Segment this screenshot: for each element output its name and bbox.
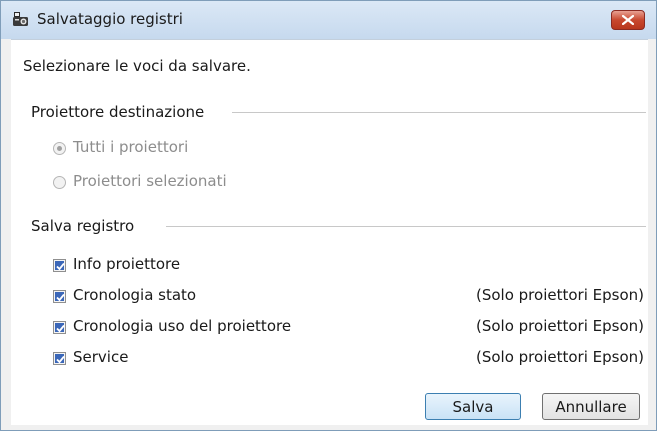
checkbox[interactable] <box>53 321 66 334</box>
radio-button[interactable] <box>53 142 66 155</box>
checkbox[interactable] <box>53 259 66 272</box>
group-divider <box>166 226 646 227</box>
projector-icon <box>11 10 31 30</box>
destination-group-label: Proiettore destinazione <box>31 103 205 121</box>
cancel-button[interactable]: Annullare <box>542 393 640 420</box>
checkbox-label: Service <box>73 348 129 366</box>
close-button[interactable] <box>611 10 645 30</box>
checkmark-icon <box>56 262 65 271</box>
radio-label: Proiettori selezionati <box>73 172 227 190</box>
checkbox[interactable] <box>53 352 66 365</box>
checkmark-icon <box>56 324 65 333</box>
radio-label: Tutti i proiettori <box>73 138 189 156</box>
instructions-text: Selezionare le voci da salvare. <box>23 57 251 75</box>
epson-only-note: (Solo proiettori Epson) <box>476 286 644 304</box>
checkmark-icon <box>56 293 65 302</box>
epson-only-note: (Solo proiettori Epson) <box>476 348 644 366</box>
dialog-body: Selezionare le voci da salvare. Proietto… <box>11 39 648 425</box>
save-logs-dialog: Salvataggio registri Selezionare le voci… <box>0 0 657 431</box>
checkbox[interactable] <box>53 290 66 303</box>
epson-only-note: (Solo proiettori Epson) <box>476 317 644 335</box>
log-group-label: Salva registro <box>31 217 135 235</box>
checkbox-label: Info proiettore <box>73 255 181 273</box>
checkbox-label: Cronologia stato <box>73 286 197 304</box>
radio-button[interactable] <box>53 176 66 189</box>
window-title: Salvataggio registri <box>37 10 183 28</box>
close-icon <box>622 15 634 25</box>
title-bar[interactable]: Salvataggio registri <box>1 1 656 39</box>
checkmark-icon <box>56 355 65 364</box>
save-button[interactable]: Salva <box>425 393 521 420</box>
group-divider <box>232 112 646 113</box>
checkbox-label: Cronologia uso del proiettore <box>73 317 292 335</box>
